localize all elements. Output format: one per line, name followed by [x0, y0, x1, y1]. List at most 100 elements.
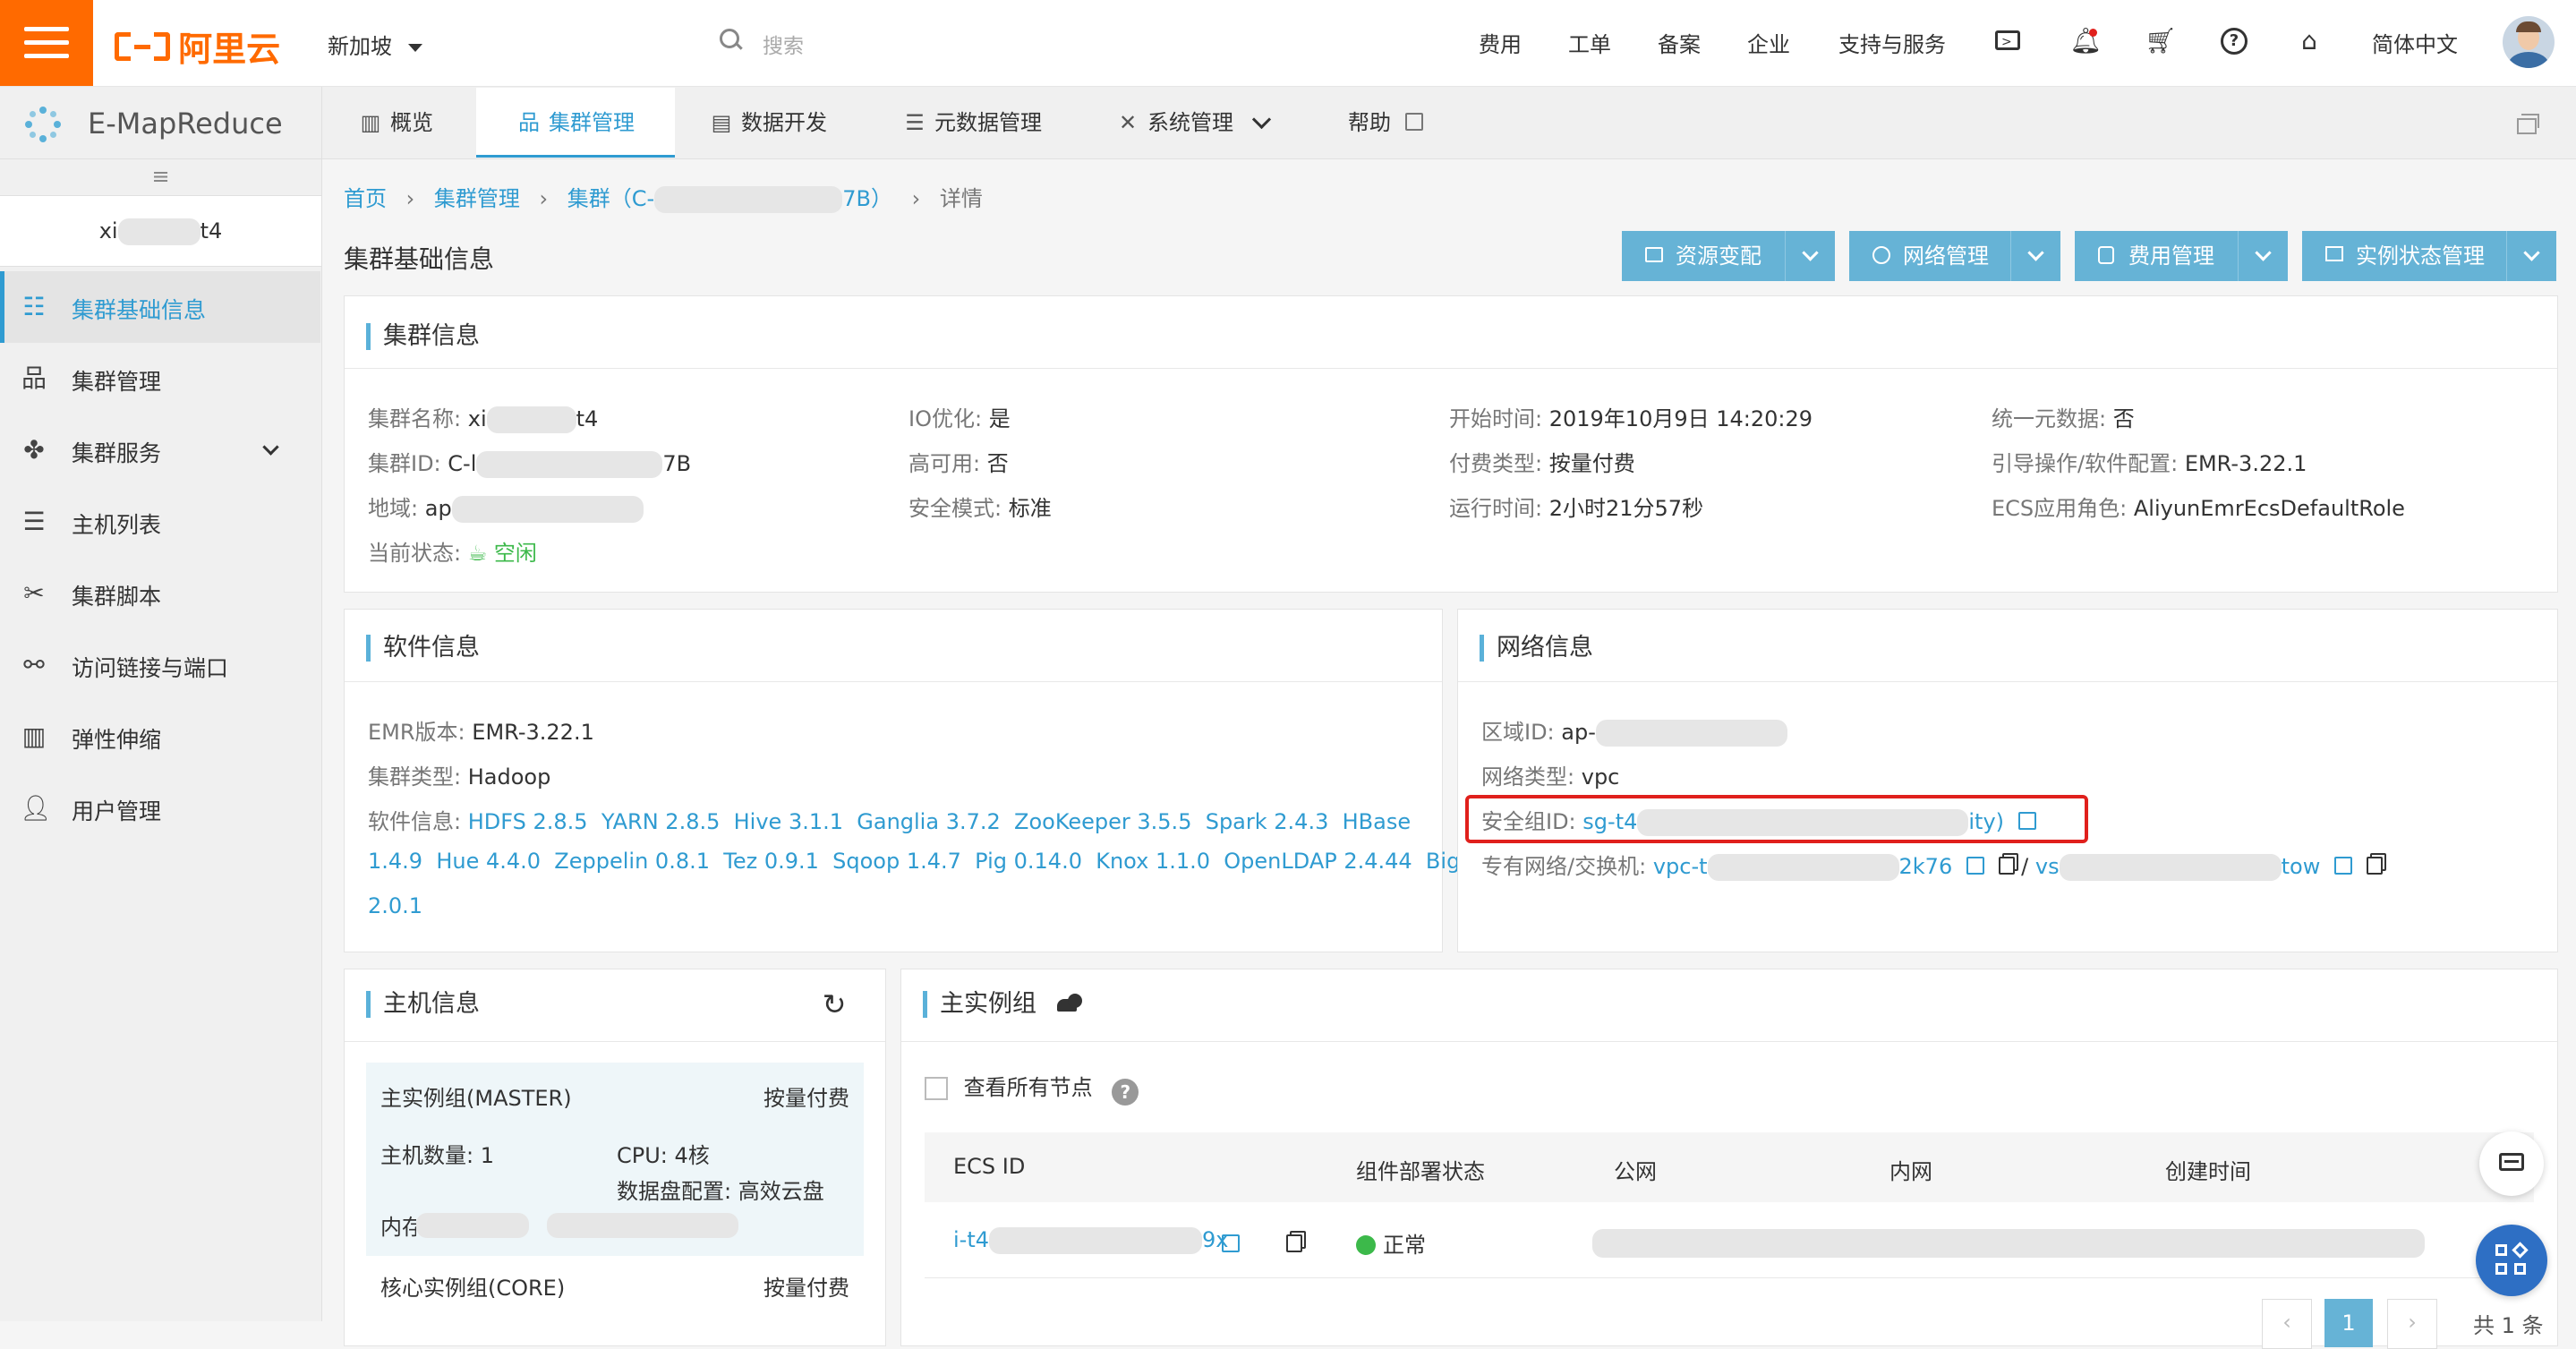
- ecs-role-field: ECS应用角色: AliyunEmrEcsDefaultRole: [1992, 496, 2405, 521]
- instance-state-dropdown[interactable]: [2506, 231, 2556, 281]
- sidebar-toggle[interactable]: ≡: [0, 159, 321, 193]
- puzzle-icon: ✤: [23, 435, 45, 465]
- copy-icon[interactable]: [2366, 857, 2383, 875]
- feedback-button[interactable]: [2479, 1131, 2544, 1196]
- external-link-icon[interactable]: [1966, 857, 1984, 875]
- vpc-link[interactable]: vpc-t 2k76: [1653, 854, 1952, 881]
- window-restore-icon[interactable]: [2517, 113, 2539, 134]
- sidebar-item-cluster-services[interactable]: ✤ 集群服务: [0, 414, 320, 486]
- tab-cluster-management[interactable]: 品集群管理: [476, 88, 675, 158]
- product-name: E-MapReduce: [88, 107, 283, 141]
- sidebar-item-cluster-scripts[interactable]: ✂ 集群脚本: [0, 558, 320, 629]
- next-page-button[interactable]: ›: [2387, 1299, 2437, 1349]
- language-selector[interactable]: 简体中文: [2372, 27, 2458, 58]
- ecs-id-link[interactable]: i-t4 9x: [953, 1227, 1229, 1254]
- host-info-card: 主机信息 ↻ 主实例组(MASTER) 按量付费 主机数量: 1 CPU: 4核…: [344, 969, 886, 1346]
- region-selector[interactable]: 新加坡: [328, 29, 422, 60]
- external-link-icon: [1404, 113, 1423, 131]
- vswitch-link[interactable]: vs tow: [2035, 854, 2320, 881]
- nav-link-support[interactable]: 支持与服务: [1838, 27, 1946, 58]
- external-link-icon[interactable]: [2333, 857, 2352, 875]
- master-group-name: 主实例组(MASTER): [380, 1086, 572, 1111]
- software-info-card: 软件信息 EMR版本: EMR-3.22.1 集群类型: Hadoop 软件信息…: [344, 609, 1508, 952]
- bootstrap-field: 引导操作/软件配置: EMR-3.22.1: [1992, 451, 2307, 476]
- tab-metadata[interactable]: ☰ 元数据管理: [902, 88, 1042, 158]
- chevron-down-icon: [262, 439, 279, 456]
- search-input[interactable]: 搜索: [763, 29, 804, 59]
- region-field: 地域: ap: [368, 491, 644, 523]
- instance-state-button[interactable]: 实例状态管理: [2302, 231, 2556, 281]
- menu-button[interactable]: [0, 0, 93, 86]
- sidebar-item-host-list[interactable]: ☰ 主机列表: [0, 486, 320, 558]
- breadcrumb-home[interactable]: 首页: [344, 186, 387, 211]
- column-header: 组件部署状态: [1356, 1159, 1485, 1184]
- bell-icon[interactable]: 🔔︎: [2069, 25, 2102, 57]
- cart-icon[interactable]: 🛒︎: [2145, 25, 2177, 57]
- sidebar-cluster-name: xi t4: [0, 195, 321, 267]
- avatar[interactable]: [2503, 16, 2555, 68]
- state-value: 空闲: [493, 541, 537, 566]
- server-list-icon: ☰: [22, 507, 46, 536]
- external-link-icon[interactable]: [1222, 1234, 1240, 1252]
- sidebar-item-user-management[interactable]: 👤︎ 用户管理: [0, 773, 320, 844]
- copy-icon[interactable]: [1285, 1234, 1302, 1252]
- card-title: 网络信息: [1480, 635, 1593, 662]
- tab-overview[interactable]: ▥ 概览: [358, 88, 433, 158]
- security-mode-field: 安全模式: 标准: [908, 496, 1052, 521]
- show-all-nodes-checkbox[interactable]: 查看所有节点 ?: [925, 1070, 1139, 1106]
- chevron-down-icon: [2255, 244, 2272, 261]
- master-group-pay-type: 按量付费: [763, 1086, 849, 1111]
- network-management-button[interactable]: 网络管理: [1849, 231, 2060, 281]
- tab-data-dev[interactable]: ▤ 数据开发: [709, 88, 827, 158]
- master-group-card: 主实例组 查看所有节点 ? ECS ID 组件部署状态 公网 内网 创建时间 i…: [900, 969, 2558, 1349]
- breadcrumb-cluster[interactable]: 集群（C- 7B）: [567, 186, 892, 213]
- sidebar-item-cluster-management[interactable]: 品 集群管理: [0, 343, 320, 414]
- column-header: 创建时间: [2165, 1159, 2251, 1184]
- cluster-info-card: 集群信息 集群名称: xi t4 集群ID: C-l 7B 地域: ap 当前状态:…: [344, 295, 2558, 593]
- top-bar: 阿里云 新加坡 搜索 费用 工单 备案 企业 支持与服务 >_ 🔔︎ 🛒︎ ? …: [0, 0, 2576, 87]
- emr-version-field: EMR版本: EMR-3.22.1: [368, 720, 594, 745]
- emr-logo-icon: [25, 107, 61, 142]
- runtime-field: 运行时间: 2小时21分57秒: [1449, 496, 1704, 521]
- network-management-dropdown[interactable]: [2010, 231, 2060, 281]
- resource-config-button[interactable]: 资源变配: [1622, 231, 1835, 281]
- nav-link-fee[interactable]: 费用: [1479, 27, 1522, 58]
- fee-management-button[interactable]: 费用管理: [2075, 231, 2288, 281]
- breadcrumb-separator: ›: [405, 186, 415, 211]
- network-info-card: 网络信息 区域ID: ap- 网络类型: vpc 安全组ID: sg-t4 ity…: [1457, 609, 2558, 952]
- nav-link-icp[interactable]: 备案: [1658, 27, 1701, 58]
- cluster-type-field: 集群类型: Hadoop: [368, 764, 551, 790]
- apps-button[interactable]: [2476, 1225, 2547, 1296]
- resource-config-dropdown[interactable]: [1785, 231, 1835, 281]
- sidebar-item-auto-scaling[interactable]: ▥ 弹性伸缩: [0, 701, 320, 773]
- network-type-field: 网络类型: vpc: [1481, 764, 1620, 790]
- fee-management-dropdown[interactable]: [2238, 231, 2288, 281]
- software-list-line-2: 1.4.9 Hue 4.4.0 Zeppelin 0.8.1 Tez 0.9.1…: [368, 849, 1509, 874]
- aliyun-logo[interactable]: 阿里云: [115, 21, 280, 69]
- sidebar-item-basic-info[interactable]: ☷ 集群基础信息: [0, 271, 320, 343]
- page-number-button[interactable]: 1: [2324, 1299, 2373, 1347]
- core-group-pay-type: 按量付费: [763, 1276, 849, 1301]
- software-list-line-1: HDFS 2.8.5 YARN 2.8.5 Hive 3.1.1 Ganglia…: [467, 809, 1412, 834]
- tab-help[interactable]: 帮助: [1348, 88, 1423, 158]
- search-box[interactable]: 搜索: [716, 21, 1414, 63]
- copy-icon[interactable]: [1998, 857, 2015, 875]
- tab-system-management[interactable]: ✕ 系统管理: [1115, 88, 1271, 158]
- breadcrumb-cluster-management[interactable]: 集群管理: [434, 186, 520, 211]
- help-icon[interactable]: ?: [1112, 1079, 1139, 1106]
- terminal-icon[interactable]: >_: [1992, 25, 2025, 57]
- refresh-icon[interactable]: ↻: [819, 989, 849, 1020]
- host-count: 主机数量: 1: [380, 1143, 494, 1168]
- region-label: 新加坡: [328, 34, 392, 59]
- prev-page-button[interactable]: ‹: [2262, 1299, 2312, 1349]
- nav-link-ticket[interactable]: 工单: [1568, 27, 1611, 58]
- status-dot-icon: [1356, 1235, 1376, 1255]
- sidebar-item-access-links[interactable]: ⚯ 访问链接与端口: [0, 629, 320, 701]
- high-availability-field: 高可用: 否: [908, 451, 1009, 476]
- total-count: 共 1 条: [2473, 1313, 2544, 1338]
- home-icon[interactable]: ⌂: [2293, 25, 2325, 57]
- nav-link-enterprise[interactable]: 企业: [1747, 27, 1790, 58]
- help-circle-icon[interactable]: ?: [2218, 25, 2250, 57]
- scaling-bars-icon: ▥: [21, 721, 47, 751]
- checkbox[interactable]: [925, 1077, 948, 1100]
